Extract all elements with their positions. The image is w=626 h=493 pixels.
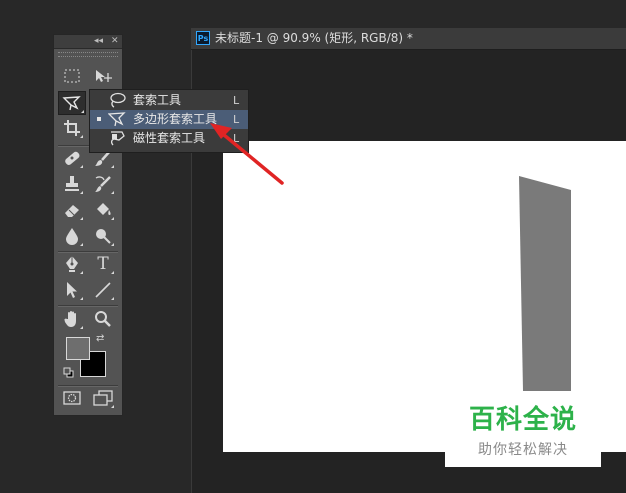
bucket-icon — [97, 203, 111, 215]
polygonal-lasso-tool[interactable] — [58, 91, 86, 115]
type-tool[interactable]: T — [91, 253, 115, 275]
drop-icon — [66, 228, 78, 245]
quick-mask-icon — [63, 391, 81, 405]
zoom-tool[interactable] — [91, 308, 115, 330]
eraser-tool[interactable] — [60, 199, 84, 221]
document-tab[interactable]: Ps 未标题-1 @ 90.9% (矩形, RGB/8) * — [191, 28, 626, 50]
close-icon[interactable]: ✕ — [111, 35, 119, 48]
flyout-item-lasso[interactable]: 套索工具 L — [90, 91, 248, 110]
dodge-tool[interactable] — [91, 225, 115, 247]
bandage-icon — [65, 151, 80, 165]
eraser-icon — [65, 205, 79, 217]
document-title: 未标题-1 @ 90.9% (矩形, RGB/8) * — [215, 31, 413, 45]
lasso-tools-flyout: 套索工具 L 多边形套索工具 L 磁性套索工具 L — [89, 89, 249, 153]
dodge-icon — [96, 229, 111, 244]
pen-icon — [66, 256, 78, 272]
path-selection-tool[interactable] — [60, 279, 84, 301]
foreground-color-swatch[interactable] — [66, 337, 90, 360]
photoshop-icon: Ps — [196, 31, 210, 45]
quick-mask-button[interactable] — [60, 387, 84, 409]
selected-bullet-icon — [97, 117, 101, 121]
crop-tool[interactable] — [60, 117, 84, 139]
watermark: 百科全说 助你轻松解决 — [445, 402, 601, 467]
screen-mode-button[interactable] — [91, 387, 115, 409]
lasso-icon — [110, 92, 126, 108]
flyout-item-label: 套索工具 — [133, 93, 182, 107]
rectangular-marquee-tool[interactable] — [60, 65, 84, 87]
magnetic-lasso-icon — [110, 131, 125, 146]
flyout-item-shortcut: L — [233, 113, 240, 126]
flyout-item-shortcut: L — [233, 132, 240, 145]
type-icon: T — [97, 254, 109, 274]
panel-header: ◂◂ ✕ — [54, 35, 122, 49]
flyout-item-label: 多边形套索工具 — [133, 112, 218, 126]
flyout-item-polygonal-lasso[interactable]: 多边形套索工具 L — [90, 110, 248, 129]
clone-stamp-tool[interactable] — [60, 173, 84, 195]
panel-grip[interactable] — [58, 52, 118, 57]
stamp-icon — [65, 176, 79, 191]
arrow-cursor-icon — [67, 282, 77, 298]
healing-brush-tool[interactable] — [60, 147, 84, 169]
polygonal-lasso-icon — [108, 112, 126, 127]
move-tool[interactable] — [91, 65, 115, 87]
history-brush-icon — [95, 176, 111, 192]
pen-tool[interactable] — [60, 253, 84, 275]
flyout-item-label: 磁性套索工具 — [133, 131, 206, 145]
polygonal-lasso-icon — [62, 96, 81, 111]
history-brush-tool[interactable] — [91, 173, 115, 195]
rectangle-shape — [519, 176, 571, 391]
flyout-item-shortcut: L — [233, 94, 240, 107]
marquee-icon — [64, 69, 80, 83]
swap-colors-icon[interactable]: ⇄ — [96, 333, 104, 345]
zoom-icon — [95, 311, 111, 327]
paint-bucket-tool[interactable] — [91, 199, 115, 221]
flyout-item-magnetic-lasso[interactable]: 磁性套索工具 L — [90, 129, 248, 148]
line-icon — [95, 282, 111, 298]
collapse-icon[interactable]: ◂◂ — [94, 35, 103, 48]
blur-tool[interactable] — [60, 225, 84, 247]
watermark-subtitle: 助你轻松解决 — [478, 442, 568, 458]
hand-tool[interactable] — [60, 308, 84, 330]
move-icon — [96, 70, 112, 82]
crop-icon — [64, 120, 80, 136]
watermark-title: 百科全说 — [468, 405, 577, 435]
hand-icon — [64, 311, 76, 327]
screen-mode-icon — [93, 390, 113, 406]
line-tool[interactable] — [91, 279, 115, 301]
default-colors-icon[interactable] — [63, 367, 74, 378]
